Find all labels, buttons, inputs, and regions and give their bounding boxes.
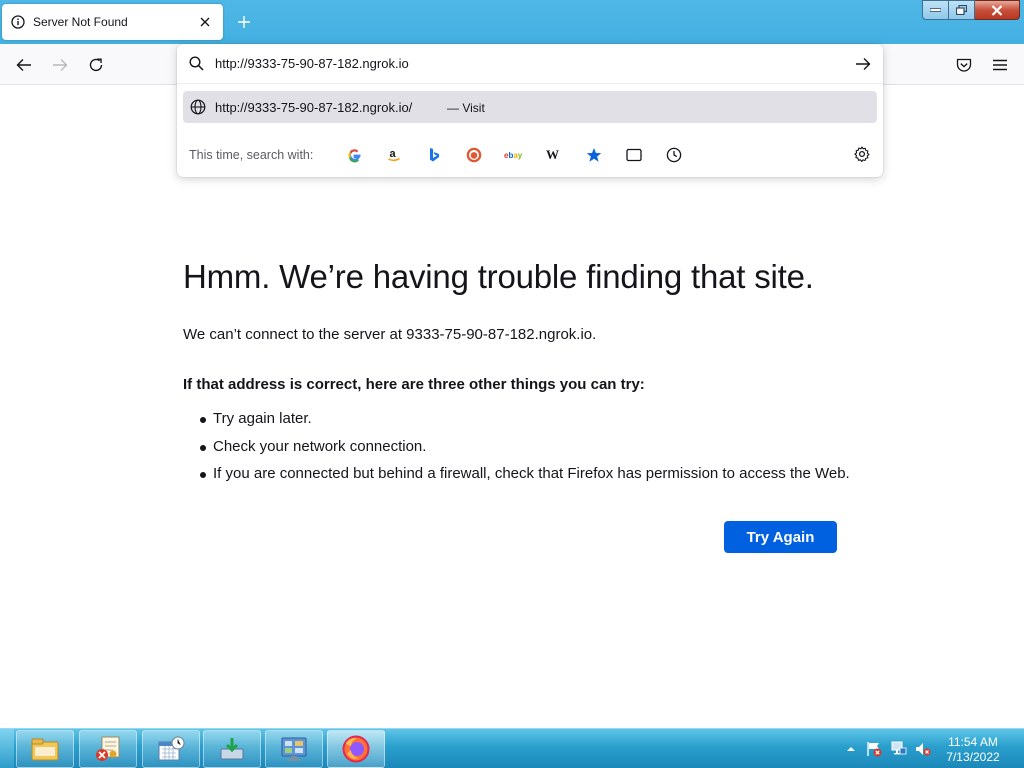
tab-title: Server Not Found	[33, 15, 128, 29]
search-with-label: This time, search with:	[189, 148, 314, 162]
search-icon	[189, 56, 204, 76]
close-tab-icon[interactable]	[195, 12, 215, 32]
network-icon[interactable]	[890, 741, 908, 757]
bing-icon[interactable]	[421, 143, 447, 167]
error-title: Hmm. We’re having trouble finding that s…	[183, 258, 814, 295]
taskbar: 11:54 AM 7/13/2022	[0, 728, 1024, 768]
tips-list: Try again later. Check your network conn…	[199, 410, 850, 493]
error-description: We can’t connect to the server at 9333-7…	[183, 326, 597, 343]
reload-button[interactable]	[82, 52, 110, 78]
calendar-clock-icon[interactable]	[142, 730, 200, 768]
minimize-button[interactable]	[922, 0, 949, 20]
globe-icon	[190, 99, 206, 120]
suggestion-action: — Visit	[447, 101, 485, 115]
suggestion-url: http://9333-75-90-87-182.ngrok.io/	[215, 100, 413, 115]
forward-button[interactable]	[46, 52, 74, 78]
clock-time: 11:54 AM	[948, 735, 998, 749]
wikipedia-icon[interactable]: W	[541, 143, 567, 167]
info-icon	[10, 14, 26, 30]
menu-icon[interactable]	[986, 52, 1014, 78]
url-suggestion[interactable]: http://9333-75-90-87-182.ngrok.io/ — Vis…	[183, 91, 877, 123]
gear-icon[interactable]	[850, 142, 874, 166]
url-input[interactable]: http://9333-75-90-87-182.ngrok.io	[215, 56, 409, 71]
firefox-icon[interactable]	[327, 730, 385, 768]
google-icon[interactable]	[341, 143, 367, 167]
ebay-icon[interactable]: ebay	[501, 143, 527, 167]
title-bar: Server Not Found	[0, 0, 1024, 44]
svg-text:W: W	[546, 148, 559, 162]
list-item: If you are connected but behind a firewa…	[199, 465, 850, 493]
try-again-button[interactable]: Try Again	[724, 521, 837, 553]
back-button[interactable]	[10, 52, 38, 78]
error-subheading: If that address is correct, here are thr…	[183, 376, 645, 393]
clock-date: 7/13/2022	[946, 750, 1000, 764]
history-icon[interactable]	[661, 143, 687, 167]
search-engine-bar: This time, search with: a ebay W	[177, 138, 883, 170]
close-window-button[interactable]	[975, 0, 1020, 20]
tab-server-not-found[interactable]: Server Not Found	[2, 4, 223, 40]
volume-muted-icon[interactable]	[914, 741, 932, 757]
action-center-flag-icon[interactable]	[865, 741, 883, 757]
certificate-icon[interactable]	[79, 730, 137, 768]
file-explorer-icon[interactable]	[16, 730, 74, 768]
go-arrow-icon[interactable]	[853, 55, 873, 73]
download-icon[interactable]	[203, 730, 261, 768]
list-item: Check your network connection.	[199, 438, 850, 466]
duckduckgo-icon[interactable]	[461, 143, 487, 167]
list-item: Try again later.	[199, 410, 850, 438]
pocket-icon[interactable]	[950, 52, 978, 78]
show-hidden-icons-icon[interactable]	[842, 741, 860, 757]
amazon-icon[interactable]: a	[381, 143, 407, 167]
tabs-icon[interactable]	[621, 143, 647, 167]
urlbar-dropdown: http://9333-75-90-87-182.ngrok.io http:/…	[177, 44, 883, 177]
new-tab-button[interactable]	[232, 10, 256, 34]
control-panel-icon[interactable]	[265, 730, 323, 768]
start-button[interactable]	[0, 729, 14, 768]
bookmarks-icon[interactable]	[581, 143, 607, 167]
system-clock[interactable]: 11:54 AM 7/13/2022	[938, 735, 1008, 765]
svg-text:a: a	[390, 148, 397, 160]
urlbar[interactable]: http://9333-75-90-87-182.ngrok.io	[177, 44, 883, 84]
svg-text:ebay: ebay	[504, 151, 523, 160]
restore-button[interactable]	[949, 0, 975, 20]
